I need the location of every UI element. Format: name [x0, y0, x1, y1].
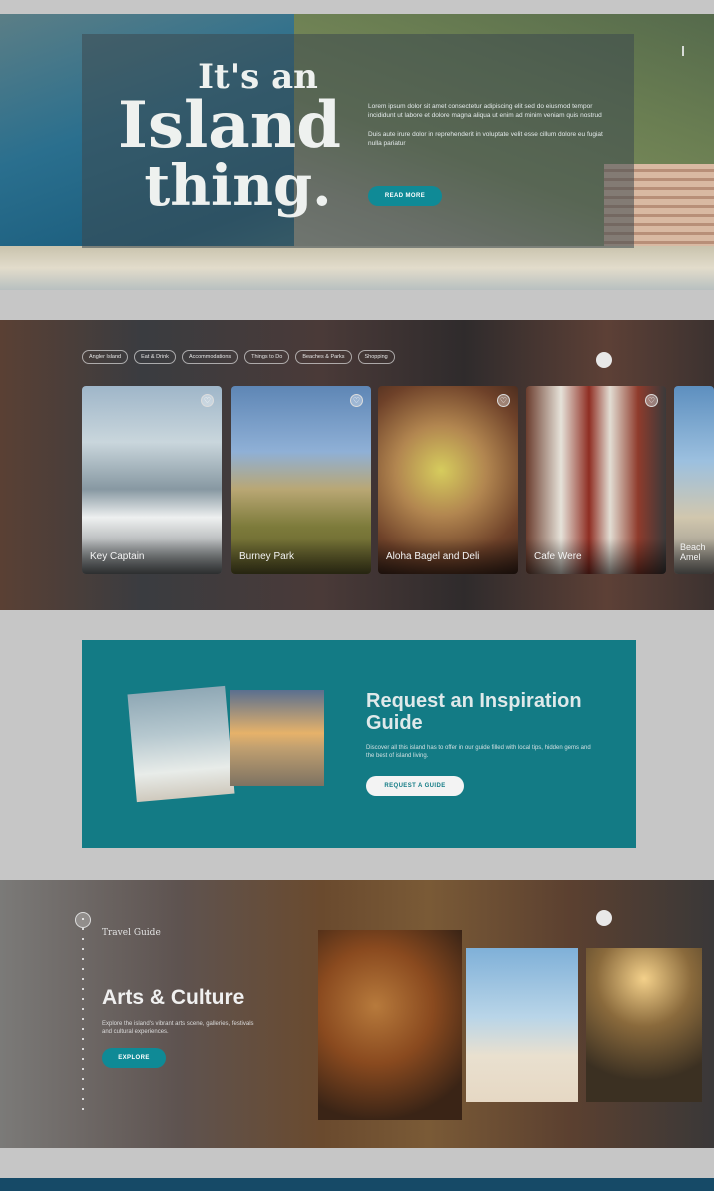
guide-description: Discover all this island has to offer in…	[366, 745, 591, 759]
place-card[interactable]: ♡ Cafe Were	[526, 386, 666, 574]
hero-paragraph-2: Duis aute irure dolor in reprehenderit i…	[368, 131, 603, 147]
chip-category-3[interactable]: Accommodations	[181, 350, 239, 364]
place-card[interactable]: Beach Amel	[674, 386, 714, 574]
hero-title: It's an Island thing.	[118, 60, 342, 219]
heart-icon[interactable]: ♡	[350, 394, 363, 407]
violin-photo[interactable]	[318, 930, 462, 1120]
place-card-title: Beach Amel	[680, 542, 706, 562]
hero-title-line3: thing.	[144, 153, 332, 219]
hero-paragraph-1: Lorem ipsum dolor sit amet consectetur a…	[368, 103, 602, 119]
hero-copy: Lorem ipsum dolor sit amet consectetur a…	[368, 102, 613, 158]
place-card[interactable]: ♡ Aloha Bagel and Deli	[378, 386, 518, 574]
place-card-title: Key Captain	[90, 551, 145, 562]
travel-guide-eyebrow: Travel Guide	[102, 928, 161, 938]
read-more-button[interactable]: READ MORE	[368, 186, 442, 206]
place-card-title: Cafe Were	[534, 551, 582, 562]
request-guide-button[interactable]: REQUEST A GUIDE	[366, 776, 464, 796]
chip-category-6[interactable]: Shopping	[357, 350, 395, 364]
carousel-indicator-dot[interactable]	[596, 352, 612, 368]
beach-family-photo[interactable]	[466, 948, 578, 1102]
heart-icon[interactable]: ♡	[497, 394, 510, 407]
timeline-line	[82, 918, 84, 1118]
chip-category-1[interactable]: Angler Island	[82, 350, 129, 364]
category-filter-chips: Angler Island Eat & Drink Accommodations…	[82, 350, 502, 364]
hero-scroll-indicator	[682, 46, 684, 56]
place-card-title: Burney Park	[239, 551, 295, 562]
carousel-indicator-dot[interactable]	[596, 910, 612, 926]
heart-icon[interactable]: ♡	[645, 394, 658, 407]
heart-icon[interactable]: ♡	[201, 394, 214, 407]
place-card-title: Aloha Bagel and Deli	[386, 551, 480, 562]
guide-title: Request an Inspiration Guide	[366, 690, 582, 734]
hero-beach-image	[0, 246, 714, 290]
chip-category-2[interactable]: Eat & Drink	[134, 350, 176, 364]
guide-book-page-image	[230, 690, 324, 786]
travel-guide-title: Arts & Culture	[102, 986, 245, 1009]
place-card[interactable]: ♡ Key Captain	[82, 386, 222, 574]
page: It's an Island thing. Lorem ipsum dolor …	[0, 0, 714, 1191]
travel-guide-description: Explore the island's vibrant arts scene,…	[102, 1021, 254, 1035]
hero-title-line2: Island	[118, 88, 342, 163]
chip-category-4[interactable]: Things to Do	[244, 350, 290, 364]
explore-button[interactable]: EXPLORE	[102, 1048, 166, 1068]
timeline-dot[interactable]	[75, 912, 91, 928]
chip-category-5[interactable]: Beaches & Parks	[295, 350, 352, 364]
guide-book-cover-image	[127, 685, 235, 803]
place-card[interactable]: ♡ Burney Park	[231, 386, 371, 574]
footer-bar	[0, 1178, 714, 1191]
restaurant-photo[interactable]	[586, 948, 702, 1102]
